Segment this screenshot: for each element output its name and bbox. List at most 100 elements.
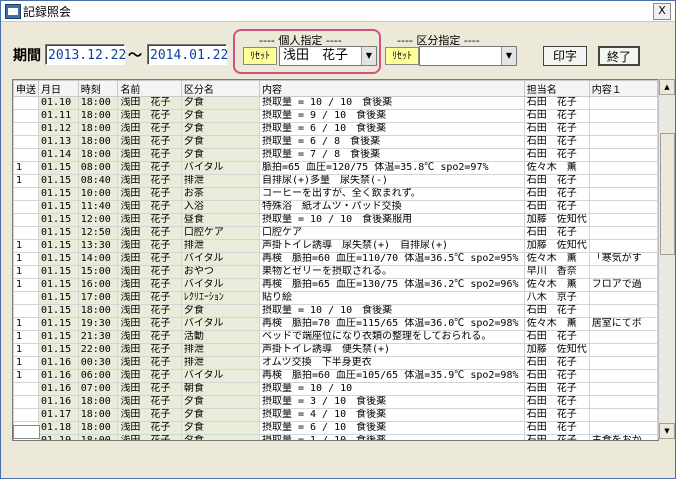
cell-staff[interactable]: 石田 花子 [523,434,590,440]
cell-flag[interactable] [13,213,39,227]
cell-cat[interactable]: 排泄 [180,174,260,188]
cell-flag[interactable]: 1 [13,278,39,292]
table-row[interactable]: 1 01.15 16:00 浅田 花子 バイタル 再検 脈拍=65 血圧=130/75 体… [13,278,658,292]
cell-extra[interactable] [588,304,658,318]
cell-staff[interactable]: 石田 花子 [523,187,590,201]
cell-staff[interactable]: 加藤 佐知代 [523,213,590,227]
cell-time[interactable]: 19:30 [77,317,119,331]
cell-name[interactable]: 浅田 花子 [117,278,182,292]
cell-cat[interactable]: 排泄 [180,343,260,357]
column-header[interactable]: 内容１ [588,80,658,97]
cell-flag[interactable]: 1 [13,174,39,188]
cell-content[interactable]: 果物とゼリーを摂取される。 [258,265,525,279]
cell-staff[interactable]: 石田 花子 [523,200,590,214]
cell-date[interactable]: 01.14 [38,148,79,162]
cell-flag[interactable]: 1 [13,343,39,357]
cell-name[interactable]: 浅田 花子 [117,291,182,305]
cell-name[interactable]: 浅田 花子 [117,200,182,214]
table-row[interactable]: 01.16 07:00 浅田 花子 朝食 摂取量 = 10 / 10 石田 花子 [13,382,658,396]
category-reset-button[interactable]: ﾘｾｯﾄ [385,47,419,65]
cell-cat[interactable]: 夕食 [180,135,260,149]
cell-flag[interactable] [13,122,39,136]
cell-staff[interactable]: 石田 花子 [523,226,590,240]
cell-content[interactable]: 再検 脈拍=65 血圧=130/75 体温=36.2℃ spo2=96% [258,278,525,292]
cell-time[interactable]: 18:00 [77,395,119,409]
column-header[interactable]: 区分名 [180,80,260,97]
table-row[interactable]: 1 01.15 08:40 浅田 花子 排泄 自排尿(+)多量 尿失禁(-) 石田 花子 [13,174,658,188]
cell-extra[interactable] [588,343,658,357]
cell-content[interactable]: 摂取量 = 9 / 10 食後薬 [258,109,525,123]
cell-content[interactable]: コーヒーを出すが、全く飲まれず。 [258,187,525,201]
cell-cat[interactable]: 口腔ケア [180,226,260,240]
cell-time[interactable]: 18:00 [77,408,119,422]
cell-name[interactable]: 浅田 花子 [117,395,182,409]
column-header[interactable]: 時刻 [77,80,119,97]
cell-date[interactable]: 01.12 [38,122,79,136]
cell-name[interactable]: 浅田 花子 [117,369,182,383]
cell-extra[interactable] [588,135,658,149]
cell-name[interactable]: 浅田 花子 [117,434,182,440]
cell-name[interactable]: 浅田 花子 [117,382,182,396]
cell-staff[interactable]: 石田 花子 [523,421,590,435]
column-header[interactable]: 月日 [38,80,79,97]
cell-time[interactable]: 12:00 [77,213,119,227]
cell-date[interactable]: 01.16 [38,356,79,370]
cell-date[interactable]: 01.15 [38,317,79,331]
cell-extra[interactable]: 主食をおか [588,434,658,440]
cell-flag[interactable] [13,408,39,422]
cell-time[interactable]: 00:30 [77,356,119,370]
table-row[interactable]: 1 01.15 22:00 浅田 花子 排泄 声掛トイレ誘導 便失禁(+) 加藤 佐知代 [13,343,658,357]
cell-content[interactable]: 自排尿(+)多量 尿失禁(-) [258,174,525,188]
cell-content[interactable]: 再検 脈拍=60 血圧=105/65 体温=35.9℃ spo2=98% [258,369,525,383]
cell-extra[interactable] [588,356,658,370]
cell-time[interactable]: 18:00 [77,96,119,110]
cell-staff[interactable]: 石田 花子 [523,109,590,123]
cell-time[interactable]: 07:00 [77,382,119,396]
chevron-down-icon[interactable]: ▼ [361,47,376,65]
cell-staff[interactable]: 八木 京子 [523,291,590,305]
cell-time[interactable]: 18:00 [77,148,119,162]
cell-extra[interactable] [588,291,658,305]
cell-cat[interactable]: 昼食 [180,213,260,227]
cell-extra[interactable] [588,382,658,396]
cell-cat[interactable]: 朝食 [180,382,260,396]
cell-content[interactable]: 摂取量 = 3 / 10 食後薬 [258,395,525,409]
cell-cat[interactable]: 夕食 [180,122,260,136]
cell-date[interactable]: 01.15 [38,291,79,305]
cell-content[interactable]: 貼り絵 [258,291,525,305]
cell-staff[interactable]: 佐々木 薫 [523,252,590,266]
cell-flag[interactable] [13,304,39,318]
cell-staff[interactable]: 加藤 佐知代 [523,343,590,357]
table-row[interactable]: 01.15 11:40 浅田 花子 入浴 特殊浴 紙オムツ・パッド交換 石田 花子 [13,200,658,214]
cell-extra[interactable] [588,395,658,409]
cell-staff[interactable]: 佐々木 薫 [523,278,590,292]
cell-cat[interactable]: 夕食 [180,96,260,110]
cell-staff[interactable]: 石田 花子 [523,369,590,383]
table-row[interactable]: 01.11 18:00 浅田 花子 夕食 摂取量 = 9 / 10 食後薬 石田 花子 [13,109,658,123]
cell-time[interactable]: 08:40 [77,174,119,188]
cell-flag[interactable]: 1 [13,369,39,383]
cell-date[interactable]: 01.15 [38,278,79,292]
cell-staff[interactable]: 早川 香奈 [523,265,590,279]
cell-extra[interactable] [588,122,658,136]
cell-content[interactable]: 摂取量 = 6 / 8 食後薬 [258,135,525,149]
cell-name[interactable]: 浅田 花子 [117,239,182,253]
cell-flag[interactable] [13,135,39,149]
cell-name[interactable]: 浅田 花子 [117,96,182,110]
cell-cat[interactable]: 夕食 [180,395,260,409]
cell-time[interactable]: 11:40 [77,200,119,214]
cell-time[interactable]: 17:00 [77,291,119,305]
cell-name[interactable]: 浅田 花子 [117,213,182,227]
cell-staff[interactable]: 加藤 佐知代 [523,239,590,253]
cell-content[interactable]: 脈拍=65 血圧=120/75 体温=35.8℃ spo2=97% [258,161,525,175]
table-row[interactable]: 01.15 12:50 浅田 花子 口腔ケア 口腔ケア 石田 花子 [13,226,658,240]
cell-time[interactable]: 06:00 [77,369,119,383]
table-row[interactable]: 01.16 18:00 浅田 花子 夕食 摂取量 = 3 / 10 食後薬 石田 花子 [13,395,658,409]
scroll-down-icon[interactable]: ▼ [659,423,675,439]
cell-date[interactable]: 01.15 [38,213,79,227]
category-select[interactable]: ▼ [419,46,517,66]
cell-name[interactable]: 浅田 花子 [117,330,182,344]
cell-flag[interactable] [13,187,39,201]
cell-staff[interactable]: 石田 花子 [523,382,590,396]
cell-time[interactable]: 18:00 [77,304,119,318]
